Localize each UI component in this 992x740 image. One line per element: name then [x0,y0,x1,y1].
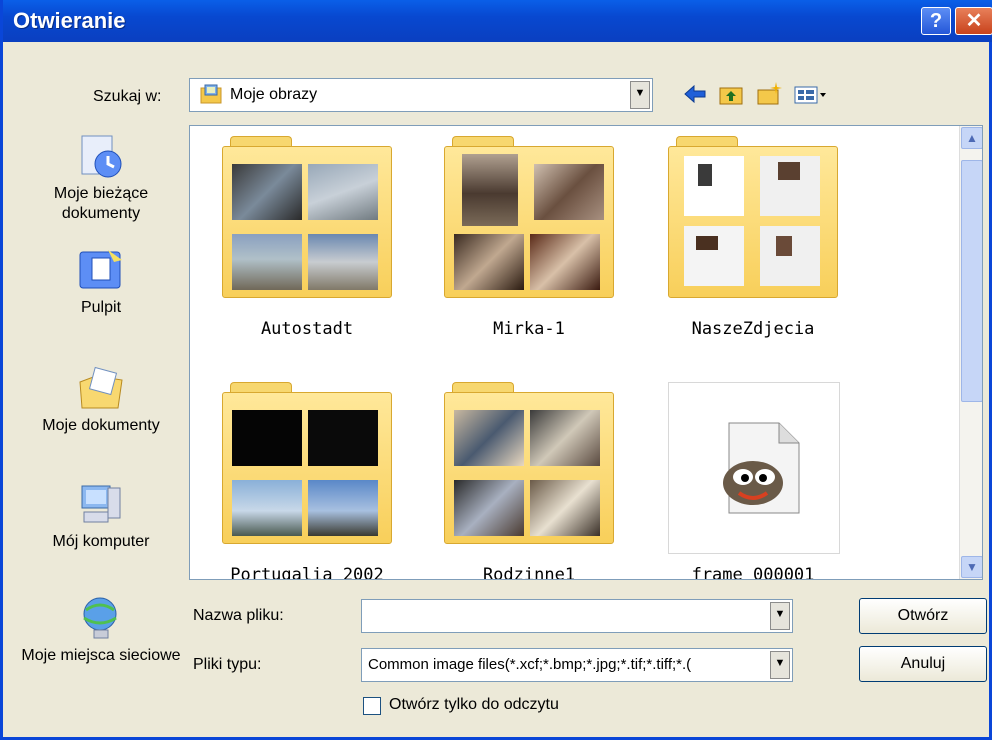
chevron-down-icon[interactable]: ▼ [770,602,790,630]
file-list[interactable]: Autostadt Mirka-1 NaszeZdjecia Portugali… [189,125,983,580]
filetype-label: Pliki typu: [193,656,262,673]
filename-label: Nazwa pliku: [193,607,284,624]
network-places-icon [78,596,124,642]
list-item[interactable]: Rodzinne1 [444,382,624,580]
item-label: Portugalia 2002 [230,565,384,580]
folder-thumbnail-icon [222,382,392,544]
scroll-down-icon[interactable]: ▼ [961,556,982,578]
lookin-value: Moje obrazy [230,86,318,103]
folder-thumbnail-icon [668,136,838,298]
item-label: frame_000001 [691,565,815,580]
readonly-checkbox[interactable] [363,697,381,715]
back-arrow-icon[interactable] [681,80,709,108]
open-dialog: Otwieranie ? ✕ Szukaj w: Moje obrazy ▼ M… [0,0,992,740]
list-item[interactable]: Portugalia 2002 [222,382,402,580]
view-menu-icon[interactable] [793,80,829,108]
up-folder-icon[interactable] [717,80,745,108]
vertical-scrollbar[interactable]: ▲ ▼ [959,126,982,579]
place-label: Pulpit [80,299,122,316]
help-button[interactable]: ? [921,7,951,35]
item-label: NaszeZdjecia [691,319,815,339]
close-button[interactable]: ✕ [955,7,992,35]
scroll-up-icon[interactable]: ▲ [961,127,982,149]
place-my-documents[interactable]: Moje dokumenty [21,366,181,436]
pictures-folder-icon [200,84,222,104]
chevron-down-icon[interactable]: ▼ [770,651,790,679]
recent-documents-icon [78,134,124,180]
place-label: Moje miejsca sieciowe [21,647,181,664]
place-network[interactable]: Moje miejsca sieciowe [21,596,181,666]
title-bar[interactable]: Otwieranie ? ✕ [3,0,992,42]
chevron-down-icon[interactable]: ▼ [630,81,650,109]
place-label: Moje bieżące dokumenty [53,185,149,222]
place-label: Moje dokumenty [42,417,160,434]
folder-thumbnail-icon [444,382,614,544]
filename-field[interactable]: ▼ [361,599,793,633]
cancel-button[interactable]: Anuluj [859,646,987,682]
new-folder-icon[interactable] [755,80,783,108]
item-label: Autostadt [260,319,354,339]
readonly-label: Otwórz tylko do odczytu [389,696,559,713]
scroll-thumb[interactable] [961,160,982,402]
place-desktop[interactable]: Pulpit [21,248,181,318]
list-item[interactable]: Mirka-1 [444,136,624,339]
folder-thumbnail-icon [222,136,392,298]
lookin-dropdown[interactable]: Moje obrazy ▼ [189,78,653,112]
filetype-dropdown[interactable]: Common image files(*.xcf;*.bmp;*.jpg;*.t… [361,648,793,682]
list-item[interactable]: Autostadt [222,136,402,339]
place-recent-documents[interactable]: Moje bieżące dokumenty [21,134,181,224]
list-item[interactable]: frame_000001 [668,382,848,580]
open-button[interactable]: Otwórz [859,598,987,634]
place-my-computer[interactable]: Mój komputer [21,482,181,552]
place-label: Mój komputer [52,533,150,550]
list-item[interactable]: NaszeZdjecia [668,136,848,339]
item-label: Rodzinne1 [482,565,576,580]
item-label: Mirka-1 [493,319,565,339]
desktop-icon [78,248,124,294]
lookin-label: Szukaj w: [93,88,162,105]
folder-thumbnail-icon [444,136,614,298]
window-title: Otwieranie [13,8,126,33]
filetype-value: Common image files(*.xcf;*.bmp;*.jpg;*.t… [368,656,692,673]
my-documents-icon [78,366,124,412]
gimp-file-icon [668,382,840,554]
my-computer-icon [78,482,124,528]
